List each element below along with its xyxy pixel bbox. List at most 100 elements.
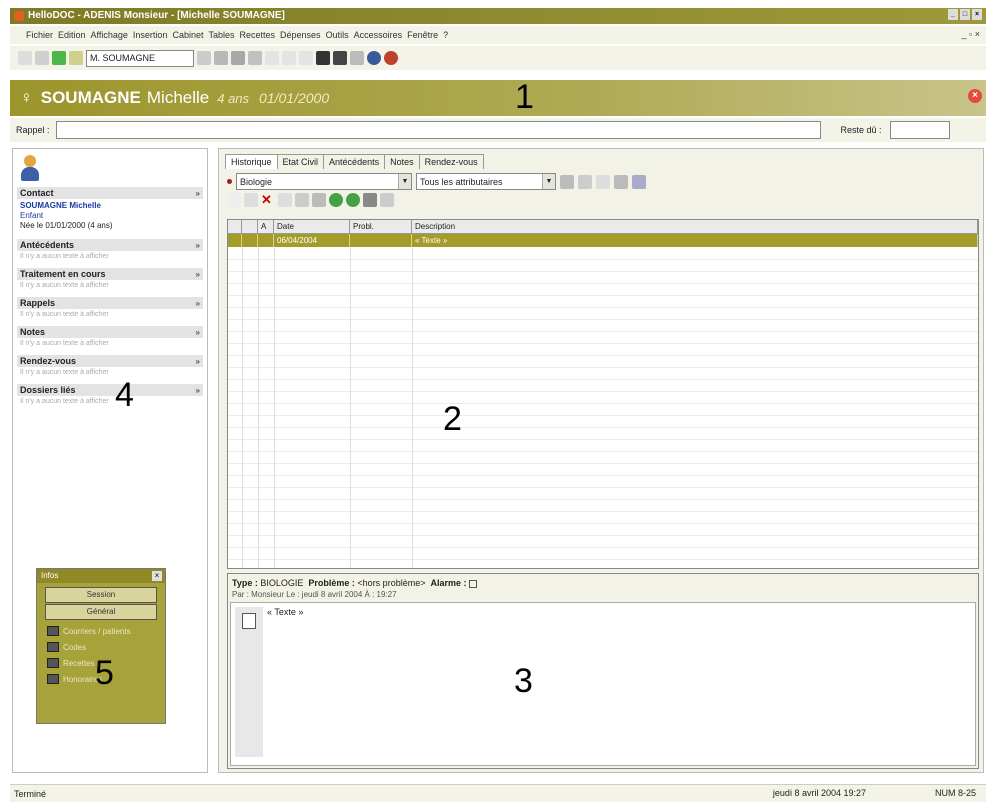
chevron-down-icon: ▼ — [542, 174, 555, 189]
collapse-icon[interactable]: » — [196, 299, 200, 308]
callout-1: 1 — [515, 78, 534, 116]
patient-first-name: Michelle — [146, 88, 210, 107]
help-icon[interactable] — [384, 51, 398, 65]
dropdown-icon[interactable] — [197, 51, 211, 65]
tab-notes[interactable]: Notes — [384, 154, 420, 169]
alarm-checkbox[interactable] — [469, 579, 478, 588]
note-text[interactable]: « Texte » — [267, 607, 303, 617]
session-button[interactable]: Session — [45, 587, 157, 603]
menu-edition[interactable]: Edition — [58, 30, 86, 40]
callout-3: 3 — [514, 662, 533, 700]
note-editor[interactable]: « Texte » — [230, 602, 976, 766]
close-icon[interactable]: × — [972, 9, 982, 20]
zoom-icon[interactable] — [614, 174, 628, 189]
minimize-icon[interactable]: _ — [948, 9, 958, 20]
detail-type-line: Type : BIOLOGIE Problème : <hors problèm… — [232, 578, 478, 588]
window-title: HelloDOC - ADENIS Monsieur - [Michelle S… — [28, 10, 285, 21]
maximize-icon[interactable]: □ — [960, 9, 970, 20]
search-icon[interactable] — [316, 51, 330, 65]
widget-item[interactable]: Courriers / patients — [47, 626, 165, 636]
patient-age: 4 ans — [217, 90, 250, 106]
menu-depenses[interactable]: Dépenses — [280, 30, 321, 40]
copy-entry-icon[interactable] — [278, 193, 292, 207]
new-icon[interactable] — [18, 51, 32, 65]
chevron-down-icon: ▼ — [398, 174, 411, 189]
close-patient-button[interactable]: × — [968, 89, 982, 103]
list-icon[interactable] — [578, 174, 592, 189]
type-select[interactable]: Biologie ▼ — [236, 173, 412, 190]
collapse-icon[interactable]: » — [196, 357, 200, 366]
prev-icon[interactable] — [329, 193, 343, 207]
contact-born: Née le 01/01/2000 (4 ans) — [20, 221, 113, 230]
collapse-icon[interactable]: » — [196, 386, 200, 395]
menu-accessoires[interactable]: Accessoires — [354, 30, 403, 40]
open-icon[interactable] — [35, 51, 49, 65]
cut-icon[interactable] — [265, 51, 279, 65]
document-icon[interactable] — [380, 193, 394, 207]
menu-outils[interactable]: Outils — [326, 30, 349, 40]
note-icon[interactable] — [350, 51, 364, 65]
table-row[interactable]: 06/04/2004 « Texte » — [228, 234, 978, 247]
reste-label: Reste dû : — [840, 125, 882, 135]
patient-icon[interactable] — [52, 51, 66, 65]
menu-tables[interactable]: Tables — [208, 30, 234, 40]
attributes-select[interactable]: Tous les attributaires ▼ — [416, 173, 556, 190]
scan-icon[interactable] — [363, 193, 377, 207]
rappel-label: Rappel : — [16, 125, 50, 135]
attach-icon[interactable] — [295, 193, 309, 207]
filter-row: Biologie ▼ Tous les attributaires ▼ — [227, 173, 646, 190]
menu-insertion[interactable]: Insertion — [133, 30, 168, 40]
mdi-controls[interactable]: _ ▫ × — [962, 29, 980, 39]
patient-combo[interactable]: M. SOUMAGNE — [86, 49, 194, 67]
rappel-input[interactable] — [55, 121, 821, 139]
document-icon — [242, 613, 256, 629]
menu-recettes[interactable]: Recettes — [240, 30, 276, 40]
menu-affichage[interactable]: Affichage — [91, 30, 128, 40]
paste-icon[interactable] — [299, 51, 313, 65]
copy-icon[interactable] — [282, 51, 296, 65]
tab-historique[interactable]: Historique — [225, 154, 278, 169]
section-dossiers-lies: Dossiers liés» Il n'y a aucun texte à af… — [17, 384, 203, 407]
general-button[interactable]: Général — [45, 604, 157, 620]
widget-item[interactable]: Codes — [47, 642, 165, 652]
globe-icon[interactable] — [367, 51, 381, 65]
patient-icon: ♀ — [20, 88, 33, 107]
column-icon[interactable] — [596, 174, 610, 189]
callout-4: 4 — [115, 376, 134, 414]
folder-icon[interactable] — [69, 51, 83, 65]
collapse-icon[interactable]: » — [196, 328, 200, 337]
avatar — [21, 155, 39, 181]
menu-help[interactable]: ? — [443, 30, 448, 40]
tab-etat-civil[interactable]: Etat Civil — [276, 154, 325, 169]
collapse-icon[interactable]: » — [196, 270, 200, 279]
tab-antecedents[interactable]: Antécédents — [323, 154, 386, 169]
menu-bar: Fichier Edition Affichage Insertion Cabi… — [10, 26, 986, 44]
print-icon[interactable] — [231, 51, 245, 65]
callout-2: 2 — [443, 400, 462, 438]
next-icon[interactable] — [346, 193, 360, 207]
tab-bar: Historique Etat Civil Antécédents Notes … — [225, 151, 484, 169]
contact-name[interactable]: SOUMAGNE Michelle — [20, 201, 200, 211]
tab-rendez-vous[interactable]: Rendez-vous — [418, 154, 484, 169]
preview-icon[interactable] — [248, 51, 262, 65]
delete-icon[interactable]: ✕ — [261, 193, 275, 207]
history-grid: A Date Probl. Description 06/04/2004 « T… — [227, 219, 979, 569]
edit-entry-icon[interactable] — [244, 193, 258, 207]
contact-header[interactable]: Contact» — [17, 187, 203, 199]
new-entry-icon[interactable] — [227, 193, 241, 207]
menu-fichier[interactable]: Fichier — [26, 30, 53, 40]
main-panel: Historique Etat Civil Antécédents Notes … — [218, 148, 984, 773]
fee-icon — [47, 674, 59, 684]
menu-cabinet[interactable]: Cabinet — [172, 30, 203, 40]
edit-icon[interactable] — [214, 51, 228, 65]
filter-icon[interactable] — [560, 174, 574, 189]
collapse-icon[interactable]: » — [196, 241, 200, 250]
sort-icon[interactable] — [632, 174, 646, 189]
link-icon[interactable] — [312, 193, 326, 207]
reste-field[interactable] — [889, 121, 950, 139]
callout-5: 5 — [95, 654, 114, 692]
close-icon[interactable]: × — [152, 571, 162, 581]
calendar-icon[interactable] — [333, 51, 347, 65]
menu-fenetre[interactable]: Fenêtre — [407, 30, 438, 40]
collapse-icon[interactable]: » — [196, 189, 200, 198]
